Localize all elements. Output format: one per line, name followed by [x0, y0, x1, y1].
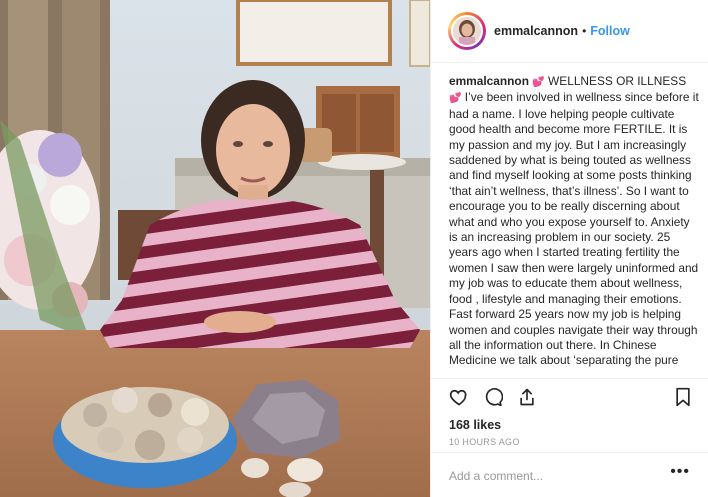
avatar-ring[interactable]: [448, 12, 486, 50]
follow-button[interactable]: Follow: [590, 24, 630, 38]
caption-username[interactable]: emmalcannon: [449, 74, 529, 88]
action-icons: [449, 387, 537, 407]
heart-emoji: 💕: [449, 93, 462, 105]
post-timestamp[interactable]: 10 HOURS AGO: [449, 437, 520, 447]
avatar-image: [453, 17, 481, 45]
caption-heading: WELLNESS OR ILLNESS: [548, 74, 687, 88]
comment-input[interactable]: Add a comment...: [449, 469, 543, 483]
bookmark-icon[interactable]: [674, 387, 692, 407]
comment-icon[interactable]: [483, 387, 503, 407]
header-username[interactable]: emmalcannon: [494, 24, 578, 38]
avatar[interactable]: [451, 15, 483, 47]
share-icon[interactable]: [517, 387, 537, 407]
heart-icon[interactable]: [449, 387, 469, 407]
header-separator: •: [582, 24, 587, 38]
caption-body: I’ve been involved in wellness since bef…: [449, 90, 699, 370]
post-side-panel: emmalcannon • Follow emmalcannon 💕 WELLN…: [430, 0, 708, 497]
more-options-icon[interactable]: •••: [670, 463, 690, 481]
post-caption: emmalcannon 💕 WELLNESS OR ILLNESS 💕 I’ve…: [449, 74, 699, 370]
heart-emoji: 💕: [532, 77, 545, 88]
instagram-post: emmalcannon • Follow emmalcannon 💕 WELLN…: [0, 0, 708, 497]
post-photo[interactable]: [0, 0, 430, 497]
likes-count[interactable]: 168 likes: [449, 418, 501, 432]
comment-bar: Add a comment... •••: [431, 452, 708, 497]
post-photo-image: [0, 0, 430, 497]
post-header: emmalcannon • Follow: [431, 0, 708, 63]
